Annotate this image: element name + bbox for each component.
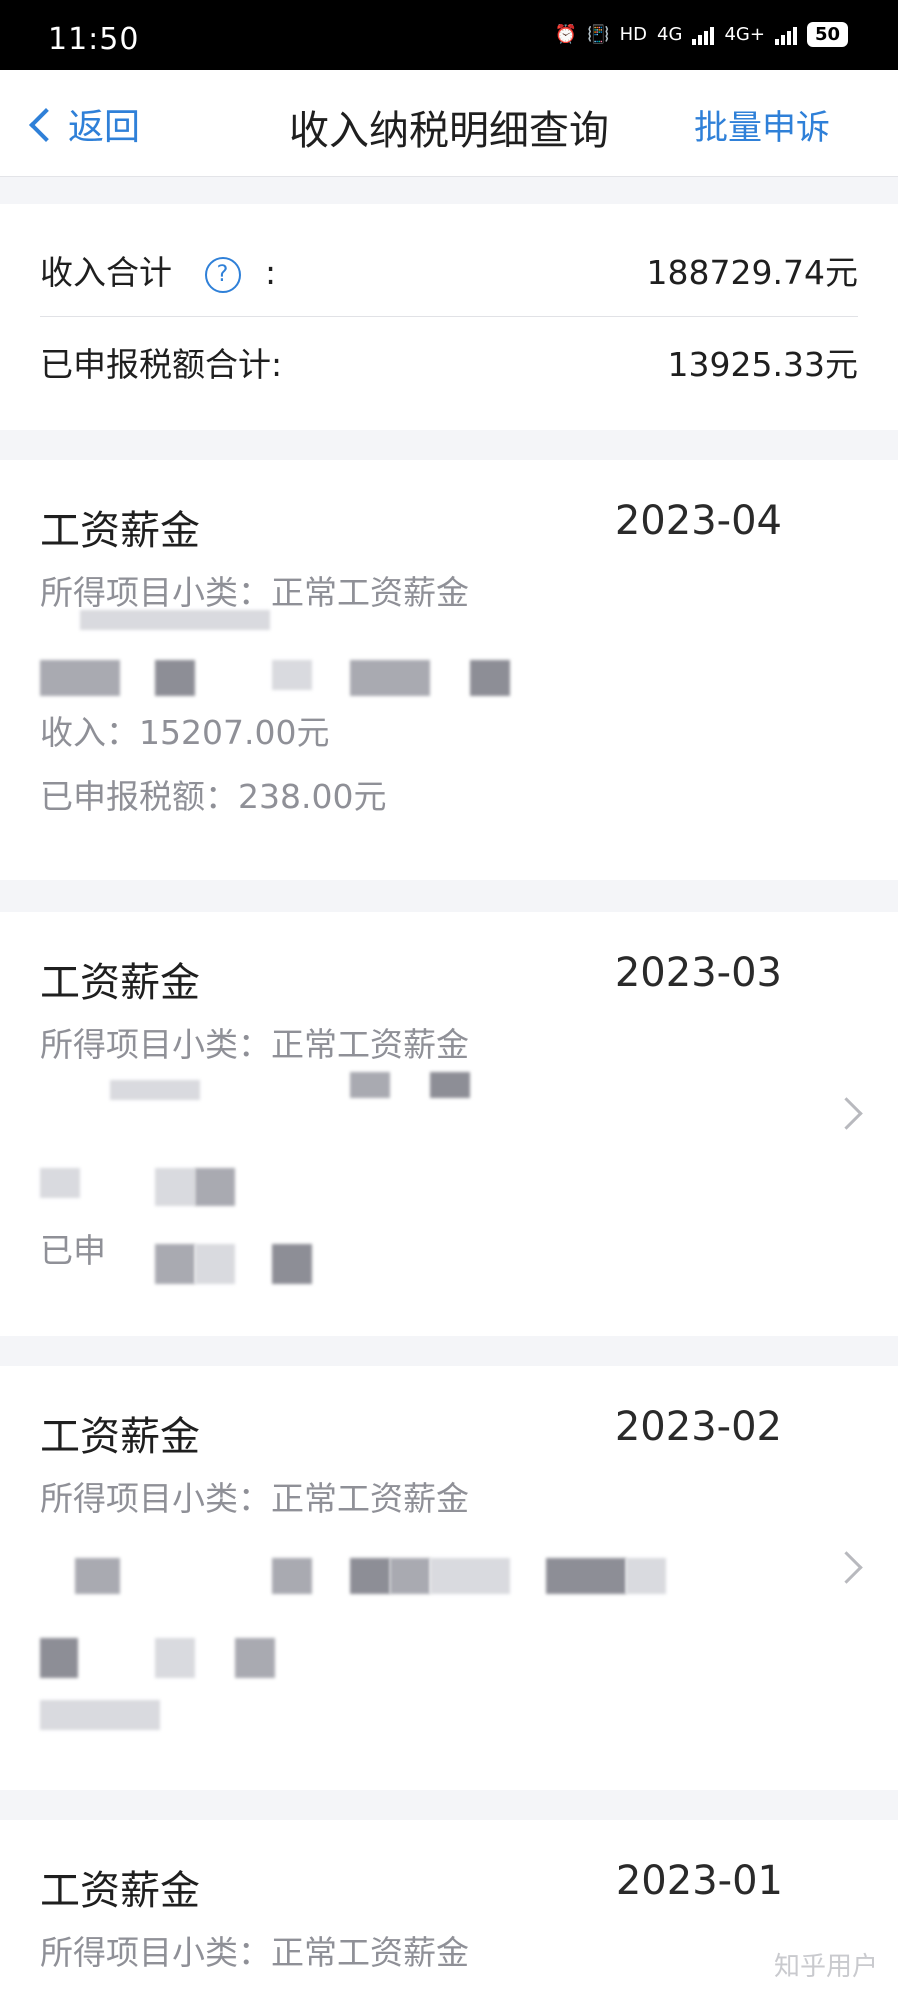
record-date: 2023-03	[614, 950, 782, 996]
redacted-block	[470, 660, 510, 696]
record-subcategory: 所得项目小类：正常工资薪金	[40, 1479, 469, 1518]
redacted-block	[272, 1558, 312, 1594]
redacted-block	[350, 660, 430, 696]
redacted-block	[75, 1558, 120, 1594]
income-total-label: 收入合计	[40, 253, 172, 292]
redacted-block	[195, 1244, 235, 1284]
record-title: 工资薪金	[40, 1868, 200, 1914]
record-income: 收入：15207.00元	[40, 713, 330, 752]
redacted-block	[155, 660, 195, 696]
income-total-value: 188729.74元	[646, 253, 858, 292]
redacted-block	[272, 1244, 312, 1284]
redacted-block	[626, 1558, 666, 1594]
record-subcategory: 所得项目小类：正常工资薪金	[40, 573, 469, 612]
watermark: 知乎用户	[773, 1952, 878, 1982]
status-time: 11:50	[48, 22, 140, 57]
record-title: 工资薪金	[40, 960, 200, 1006]
batch-appeal-button[interactable]: 批量申诉	[694, 100, 830, 149]
redacted-block	[40, 1700, 160, 1730]
record-date: 2023-02	[614, 1404, 782, 1450]
income-colon: :	[265, 253, 277, 292]
battery-icon: 50	[806, 22, 848, 47]
redacted-block	[235, 1638, 275, 1678]
redacted-block	[155, 1638, 195, 1678]
redacted-block	[350, 1558, 390, 1594]
record-card[interactable]: 工资薪金 2023-03 所得项目小类：正常工资薪金 已申	[0, 912, 898, 1336]
signal-icon-2	[774, 25, 797, 45]
income-total-label-group: 收入合计 ? :	[40, 246, 276, 294]
record-title: 工资薪金	[40, 1414, 200, 1460]
redacted-block	[546, 1558, 626, 1594]
record-card[interactable]: 工资薪金 2023-01 所得项目小类：正常工资薪金	[0, 1820, 898, 1995]
summary-panel: 收入合计 ? : 188729.74元 已申报税额合计: 13925.33元	[0, 204, 898, 430]
vibrate-icon: 📳	[587, 24, 610, 45]
record-subcategory: 所得项目小类：正常工资薪金	[40, 1025, 469, 1064]
status-icons: ⏰ 📳 HD 4G 4G+ 50	[555, 22, 848, 47]
redacted-block	[195, 1168, 235, 1206]
tax-total-label: 已申报税额合计:	[40, 345, 283, 384]
signal-icon	[692, 25, 715, 45]
redacted-block	[155, 1244, 195, 1284]
record-date: 2023-04	[614, 498, 782, 544]
record-subcategory: 所得项目小类：正常工资薪金	[40, 1933, 469, 1972]
redacted-block	[390, 1558, 430, 1594]
hd-icon: HD	[619, 24, 648, 45]
redacted-block	[430, 1072, 470, 1098]
record-date: 2023-01	[615, 1858, 783, 1904]
status-bar: 11:50 ⏰ 📳 HD 4G 4G+ 50	[0, 0, 898, 70]
chevron-right-icon	[830, 1097, 863, 1130]
income-total-row: 收入合计 ? : 188729.74元	[40, 246, 858, 294]
record-title: 工资薪金	[40, 508, 200, 554]
record-tax: 已申报税额：238.00元	[40, 777, 387, 816]
help-icon[interactable]: ?	[204, 256, 241, 293]
redacted-block	[40, 1168, 80, 1198]
redacted-block	[80, 610, 270, 630]
nav-bar: 返回 收入纳税明细查询 批量申诉	[0, 70, 898, 177]
record-tax-partial: 已申	[40, 1231, 106, 1270]
redacted-block	[350, 1072, 390, 1098]
alarm-icon: ⏰	[554, 24, 578, 45]
chevron-right-icon	[830, 1551, 863, 1584]
redacted-block	[40, 1638, 78, 1678]
redacted-block	[40, 660, 120, 696]
network-4g-plus-label: 4G+	[724, 24, 765, 45]
tax-total-value: 13925.33元	[667, 345, 858, 384]
tax-total-row: 已申报税额合计: 13925.33元	[40, 338, 858, 386]
redacted-block	[155, 1168, 195, 1206]
network-4g-label: 4G	[657, 24, 683, 45]
record-card[interactable]: 工资薪金 2023-04 所得项目小类：正常工资薪金 收入：15207.00元 …	[0, 460, 898, 880]
record-card[interactable]: 工资薪金 2023-02 所得项目小类：正常工资薪金	[0, 1366, 898, 1790]
divider	[40, 316, 858, 317]
redacted-block	[110, 1080, 200, 1100]
redacted-block	[430, 1558, 510, 1594]
redacted-block	[272, 660, 312, 690]
